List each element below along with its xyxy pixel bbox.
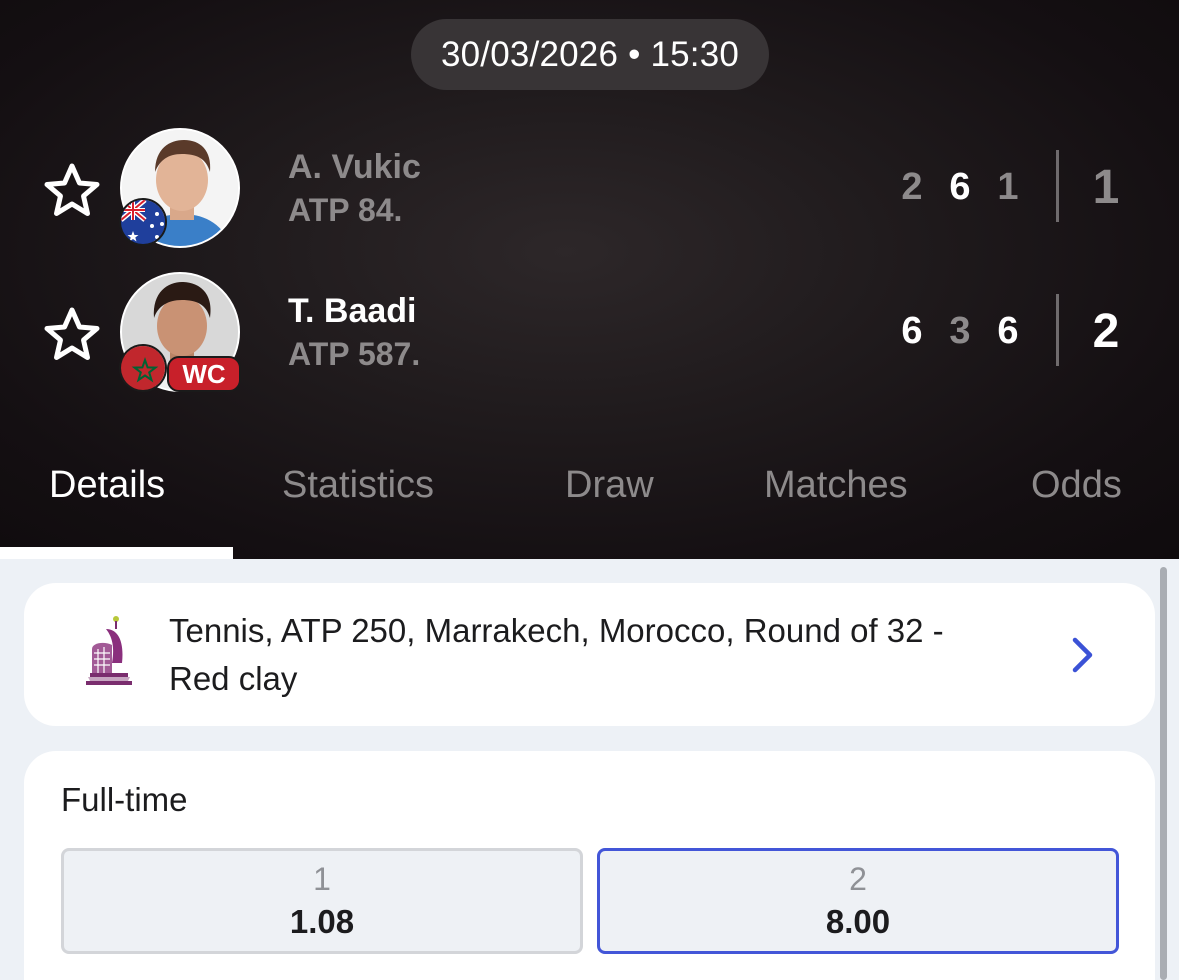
odds-option-value: 8.00	[825, 903, 891, 940]
odds-option-value: 1.08	[289, 903, 355, 940]
set-scores: 6 3 6	[888, 310, 1032, 353]
odds-card: Full-time 1 1.08 2 8.00	[24, 751, 1155, 980]
tab-draw[interactable]: Draw	[565, 464, 654, 507]
player-name[interactable]: A. Vukic	[288, 148, 421, 187]
set-score: 1	[997, 166, 1019, 208]
set-scores: 2 6 1	[888, 166, 1032, 209]
odds-option-label: 1	[313, 861, 331, 897]
wildcard-badge: WC	[167, 356, 241, 392]
chevron-right-icon[interactable]	[1068, 635, 1098, 675]
player-row-2[interactable]: WC T. Baadi ATP 587. 6 3 6 2	[0, 270, 1179, 394]
tab-bar: Details Statistics Draw Matches Odds	[0, 458, 1179, 559]
set-score: 6	[949, 166, 971, 208]
player-row-1[interactable]: A. Vukic ATP 84. 2 6 1 1	[0, 126, 1179, 250]
morocco-flag-icon	[119, 344, 167, 392]
odds-market-title: Full-time	[61, 781, 188, 818]
odds-option-home[interactable]: 1 1.08	[61, 848, 583, 954]
tab-details[interactable]: Details	[49, 464, 165, 507]
set-score: 3	[949, 310, 971, 352]
odds-option-away[interactable]: 2 8.00	[597, 848, 1119, 954]
sets-won-total: 1	[1092, 161, 1120, 214]
player-name[interactable]: T. Baadi	[288, 292, 416, 331]
player-rank: ATP 84.	[288, 192, 403, 228]
league-line-1: Tennis, ATP 250, Marrakech, Morocco, Rou…	[169, 612, 944, 649]
league-name[interactable]: Tennis, ATP 250, Marrakech, Morocco, Rou…	[169, 607, 1029, 703]
set-score: 6	[901, 310, 923, 352]
tab-matches[interactable]: Matches	[764, 464, 908, 507]
tab-odds[interactable]: Odds	[1031, 464, 1122, 507]
odds-option-label: 2	[849, 861, 867, 897]
set-score: 2	[901, 166, 923, 208]
favorite-star-icon[interactable]	[42, 162, 102, 218]
favorite-star-icon[interactable]	[42, 306, 102, 362]
australia-flag-icon	[119, 198, 167, 246]
league-line-2: Red clay	[169, 660, 298, 697]
tab-statistics[interactable]: Statistics	[282, 464, 434, 507]
player-rank: ATP 587.	[288, 336, 421, 372]
match-header: 30/03/2026 • 15:30 A. Vukic ATP 84. 2 6 …	[0, 0, 1179, 559]
active-tab-indicator	[0, 547, 233, 559]
score-divider	[1056, 150, 1059, 222]
tournament-logo-icon	[86, 616, 132, 685]
scrollbar[interactable]	[1160, 567, 1167, 980]
set-score: 6	[997, 310, 1019, 352]
sets-won-total: 2	[1092, 305, 1120, 358]
league-card[interactable]: Tennis, ATP 250, Marrakech, Morocco, Rou…	[24, 583, 1155, 726]
match-datetime: 30/03/2026 • 15:30	[411, 19, 769, 90]
score-divider	[1056, 294, 1059, 366]
